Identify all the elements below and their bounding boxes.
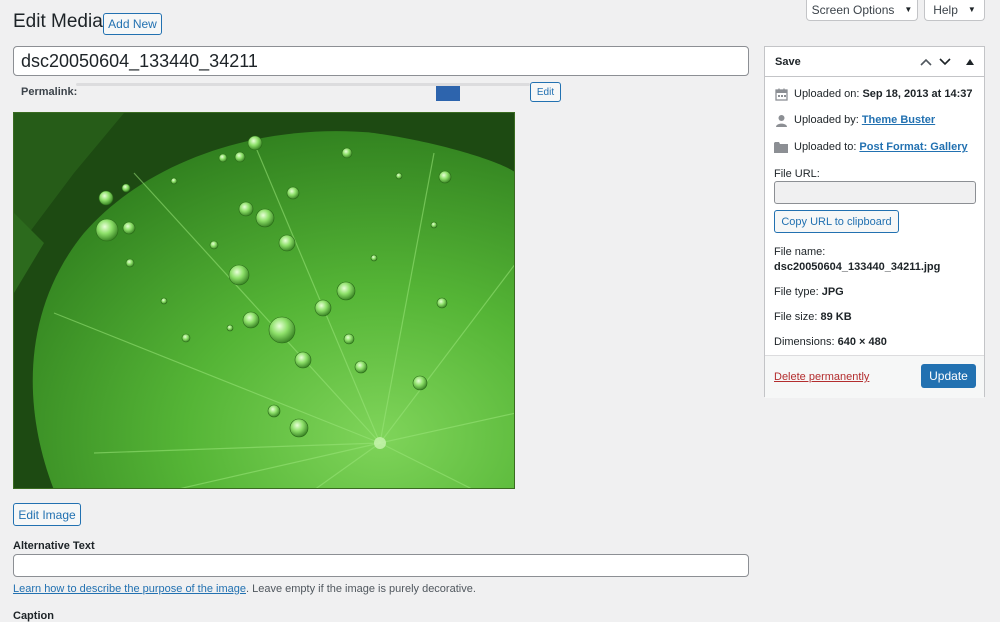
media-image xyxy=(13,112,515,489)
save-metabox-header: Save xyxy=(765,47,984,77)
permalink-slug-highlight[interactable] xyxy=(436,86,460,101)
save-metabox-footer: Delete permanently Update xyxy=(765,355,984,398)
uploaded-by-label: Uploaded by: xyxy=(794,114,859,126)
permalink-slug-track xyxy=(76,83,530,86)
file-name-value: dsc20050604_133440_34211.jpg xyxy=(774,261,941,273)
dimensions-value: 640 × 480 xyxy=(837,336,887,348)
file-type-value: JPG xyxy=(821,286,844,298)
uploaded-on-label: Uploaded on: xyxy=(794,88,860,100)
chevron-up-icon[interactable] xyxy=(919,55,933,69)
caption-label: Caption xyxy=(13,610,54,622)
edit-image-button[interactable]: Edit Image xyxy=(13,503,81,526)
file-size-label: File size: xyxy=(774,311,818,323)
update-button[interactable]: Update xyxy=(921,364,976,388)
file-size-value: 89 KB xyxy=(820,311,852,323)
uploaded-on-row: Uploaded on: Sep 18, 2013 at 14:37 xyxy=(774,87,973,101)
alt-text-input[interactable] xyxy=(13,554,749,577)
uploaded-to-label: Uploaded to: xyxy=(794,141,857,153)
alt-help-rest: . Leave empty if the image is purely dec… xyxy=(245,583,476,595)
delete-permanently-link[interactable]: Delete permanently xyxy=(774,371,869,383)
file-name-label: File name: xyxy=(774,246,826,258)
help-label: Help xyxy=(933,2,958,17)
dimensions-label: Dimensions: xyxy=(774,336,835,348)
file-size-row: File size: 89 KB xyxy=(774,311,852,323)
alt-help-text: Learn how to describe the purpose of the… xyxy=(13,583,476,595)
save-metabox: Save Uploaded on: Sep 18, 2013 at 14:37 … xyxy=(764,46,985,398)
permalink-label: Permalink: xyxy=(21,86,78,98)
caret-down-icon: ▼ xyxy=(967,5,976,14)
file-url-label: File URL: xyxy=(774,168,820,180)
alt-text-label: Alternative Text xyxy=(13,540,95,552)
uploaded-on-value: Sep 18, 2013 at 14:37 xyxy=(862,88,973,100)
file-type-row: File type: JPG xyxy=(774,286,844,298)
chevron-down-icon[interactable] xyxy=(938,55,952,69)
save-metabox-title: Save xyxy=(775,56,801,68)
triangle-up-icon[interactable] xyxy=(963,55,977,69)
file-type-label: File type: xyxy=(774,286,819,298)
screen-options-button[interactable]: Screen Options ▼ xyxy=(806,0,918,21)
alt-help-link[interactable]: Learn how to describe the purpose of the… xyxy=(13,583,246,595)
dimensions-row: Dimensions: 640 × 480 xyxy=(774,336,887,348)
calendar-icon xyxy=(774,87,788,101)
add-new-button[interactable]: Add New xyxy=(103,13,162,35)
page-title: Edit Media xyxy=(13,11,103,32)
folder-icon xyxy=(774,140,788,154)
uploaded-by-row: Uploaded by: Theme Buster xyxy=(774,113,935,127)
user-icon xyxy=(774,113,788,127)
help-button[interactable]: Help ▼ xyxy=(924,0,985,21)
screen-options-label: Screen Options xyxy=(811,2,895,17)
media-title-input[interactable]: dsc20050604_133440_34211 xyxy=(13,46,749,76)
uploaded-to-link[interactable]: Post Format: Gallery xyxy=(859,141,967,153)
permalink-edit-button[interactable]: Edit xyxy=(530,82,561,102)
copy-url-button[interactable]: Copy URL to clipboard xyxy=(774,210,899,233)
uploaded-by-link[interactable]: Theme Buster xyxy=(862,114,935,126)
uploaded-to-row: Uploaded to: Post Format: Gallery xyxy=(774,140,968,154)
caret-down-icon: ▼ xyxy=(904,5,913,14)
file-url-input[interactable] xyxy=(774,181,976,204)
